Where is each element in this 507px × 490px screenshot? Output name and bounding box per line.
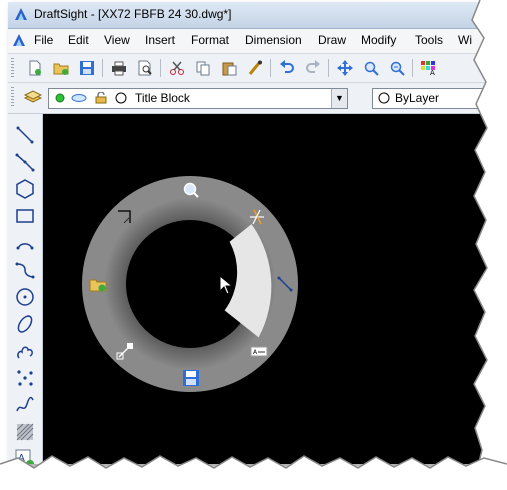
menu-dimension[interactable]: Dimension — [245, 33, 302, 47]
spline-icon[interactable] — [14, 259, 36, 281]
rectangle-icon[interactable] — [14, 205, 36, 227]
radial-menu: A — [78, 172, 302, 396]
polygon-icon[interactable] — [14, 178, 36, 200]
print-button[interactable] — [108, 57, 130, 79]
svg-text:A: A — [18, 453, 25, 464]
cut-button[interactable] — [166, 57, 188, 79]
match-properties-button[interactable] — [244, 57, 266, 79]
match-properties-icon — [248, 60, 262, 75]
standard-toolbar: A — [8, 54, 488, 83]
print-icon — [112, 61, 126, 76]
menu-format[interactable]: Format — [191, 33, 229, 47]
layer-manager-icon — [24, 90, 42, 103]
hatch-icon[interactable] — [14, 421, 36, 443]
layer-toolbar: Title Block ▼ ByLayer — [8, 83, 488, 114]
toolbar-separator — [160, 59, 161, 77]
print-preview-button[interactable] — [134, 57, 156, 79]
draftsight-logo-icon — [15, 8, 27, 20]
layer-lock-icon — [95, 92, 107, 104]
polyline-icon[interactable] — [14, 151, 36, 173]
menu-file[interactable]: File — [34, 33, 53, 47]
toolbar-separator — [412, 59, 413, 77]
color-dropdown[interactable]: ByLayer — [372, 88, 488, 109]
save-button[interactable] — [76, 57, 98, 79]
copy-button[interactable] — [192, 57, 214, 79]
undo-button[interactable] — [276, 57, 298, 79]
stretch-icon[interactable] — [116, 342, 134, 360]
document-icon[interactable] — [12, 33, 26, 47]
layer-color-swatch-icon — [115, 92, 127, 104]
menu-draw[interactable]: Draw — [318, 33, 346, 47]
menu-bar: File Edit View Insert Format Dimension D… — [8, 29, 488, 54]
layer-dropdown[interactable]: Title Block ▼ — [48, 88, 348, 109]
freehand-icon[interactable] — [14, 394, 36, 416]
zoom-previous-icon — [390, 61, 405, 76]
zoom-icon[interactable] — [182, 181, 200, 199]
cut-icon — [170, 61, 184, 75]
menu-view[interactable]: View — [104, 33, 130, 47]
toolbar-separator — [328, 59, 329, 77]
circle-icon[interactable] — [14, 286, 36, 308]
zoom-button[interactable] — [360, 57, 382, 79]
layers-palette-icon: A — [421, 61, 435, 76]
save-icon — [80, 61, 94, 75]
layer-freeze-icon — [71, 94, 87, 102]
menu-tools[interactable]: Tools — [415, 33, 443, 47]
zoom-icon — [364, 61, 379, 76]
layers-palette-button[interactable]: A — [418, 57, 440, 79]
draw-toolbar: A — [8, 114, 43, 464]
toolbar-grip[interactable] — [11, 87, 14, 107]
menu-window[interactable]: Wi — [458, 33, 472, 47]
corner-icon[interactable] — [116, 208, 134, 226]
note-icon[interactable]: A — [14, 448, 36, 464]
menu-edit[interactable]: Edit — [68, 33, 89, 47]
point-icon[interactable] — [14, 367, 36, 389]
paste-icon — [222, 62, 237, 76]
zoom-previous-button[interactable] — [386, 57, 408, 79]
undo-icon — [280, 60, 294, 73]
pan-icon — [337, 60, 353, 76]
revision-cloud-icon[interactable] — [14, 340, 36, 362]
radial-menu-ring — [82, 176, 298, 392]
ellipse-icon[interactable] — [14, 313, 36, 335]
toolbar-separator — [102, 59, 103, 77]
mouse-pointer-icon — [219, 275, 233, 295]
line-icon[interactable] — [276, 275, 294, 293]
layer-on-icon — [55, 93, 65, 103]
open-icon — [53, 63, 69, 75]
paste-button[interactable] — [218, 57, 240, 79]
current-layer-name: Title Block — [135, 91, 190, 105]
line-icon[interactable] — [14, 124, 36, 146]
toolbar-grip[interactable] — [11, 58, 14, 78]
menu-modify[interactable]: Modify — [361, 33, 396, 47]
print-preview-icon — [138, 60, 152, 76]
copy-icon — [196, 61, 210, 76]
open-button[interactable] — [50, 57, 72, 79]
redo-icon — [306, 60, 320, 73]
color-swatch-icon — [378, 92, 390, 104]
arc-icon[interactable] — [14, 232, 36, 254]
menu-insert[interactable]: Insert — [145, 33, 175, 47]
toolbar-separator — [270, 59, 271, 77]
new-button[interactable] — [24, 57, 46, 79]
svg-text:A: A — [430, 69, 435, 76]
trim-icon[interactable] — [248, 208, 266, 226]
title-bar: DraftSight - [XX72 FBFB 24 30.dwg*] — [8, 2, 488, 29]
open-folder-icon[interactable] — [89, 275, 107, 293]
color-value: ByLayer — [395, 91, 440, 105]
pan-button[interactable] — [334, 57, 356, 79]
layer-dropdown-arrow[interactable]: ▼ — [331, 89, 347, 108]
layer-manager-button[interactable] — [22, 86, 44, 108]
redo-button[interactable] — [302, 57, 324, 79]
window-title: DraftSight - [XX72 FBFB 24 30.dwg*] — [34, 7, 232, 21]
save-icon[interactable] — [182, 369, 200, 387]
note-icon[interactable]: A — [250, 342, 268, 360]
new-icon — [29, 60, 41, 76]
